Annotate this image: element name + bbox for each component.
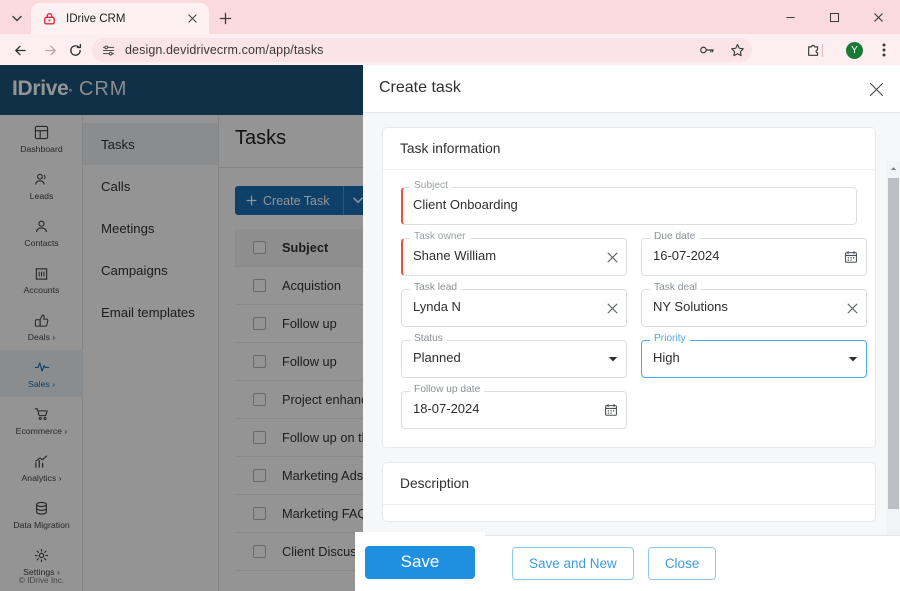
- url-text: design.devidrivecrm.com/app/tasks: [125, 43, 324, 57]
- close-icon[interactable]: [185, 11, 200, 26]
- field-row-subject: Subject Client Onboarding: [401, 180, 857, 225]
- field-label: Task deal: [650, 282, 702, 294]
- omnibox-actions: [692, 38, 752, 62]
- window-controls: [768, 0, 900, 34]
- field-label: Task lead: [410, 282, 462, 294]
- close-button[interactable]: Close: [647, 547, 717, 580]
- page-settings-icon[interactable]: [101, 43, 116, 58]
- modal-scrollbar[interactable]: [887, 161, 900, 583]
- tab-strip: IDrive CRM: [0, 0, 900, 34]
- save-and-new-button[interactable]: Save and New: [512, 547, 634, 580]
- avatar[interactable]: Y: [846, 42, 863, 59]
- field-value: 16-07-2024: [653, 248, 720, 263]
- key-icon[interactable]: [692, 38, 722, 62]
- chevron-down-icon[interactable]: [608, 340, 618, 378]
- clear-task-owner-icon[interactable]: [607, 238, 618, 276]
- status-field[interactable]: Status Planned: [401, 333, 627, 378]
- scroll-up-icon[interactable]: [887, 161, 900, 176]
- field-row-owner-due: Task owner Shane William Due date 16-07-…: [401, 231, 867, 276]
- save-button[interactable]: Save: [365, 545, 475, 579]
- field-value: Planned: [413, 350, 461, 365]
- field-label: Subject: [410, 180, 452, 192]
- field-row-lead-deal: Task lead Lynda N Task deal NY Solutions: [401, 282, 867, 327]
- save-button-highlight: Save: [355, 532, 485, 591]
- new-tab-button[interactable]: [213, 6, 237, 30]
- kebab-menu-icon[interactable]: [872, 38, 896, 62]
- forward-arrow-icon: [38, 38, 62, 62]
- toolbar-divider: [822, 44, 823, 57]
- follow-up-date-field[interactable]: Follow up date 18-07-2024: [401, 384, 627, 429]
- close-icon[interactable]: [864, 77, 888, 101]
- clear-task-lead-icon[interactable]: [607, 289, 618, 327]
- description-heading: Description: [383, 463, 875, 505]
- task-information-fields: Subject Client Onboarding Task owner Sha…: [383, 170, 875, 447]
- due-date-field[interactable]: Due date 16-07-2024: [641, 231, 867, 276]
- field-row-followup: Follow up date 18-07-2024: [401, 384, 857, 429]
- task-lead-field[interactable]: Task lead Lynda N: [401, 282, 627, 327]
- scrollbar-thumb[interactable]: [888, 178, 899, 509]
- chevron-down-icon[interactable]: [848, 340, 858, 378]
- tab-search-icon[interactable]: [4, 5, 30, 31]
- field-value: Shane William: [413, 248, 497, 263]
- field-value: 18-07-2024: [413, 401, 480, 416]
- field-label: Status: [410, 333, 447, 345]
- create-task-modal: Create task Task information Subject Cli…: [363, 65, 900, 591]
- priority-field[interactable]: Priority High: [641, 333, 867, 378]
- field-value: Lynda N: [413, 299, 461, 314]
- field-label: Priority: [650, 333, 690, 345]
- field-value: NY Solutions: [653, 299, 728, 314]
- field-label: Due date: [650, 231, 700, 243]
- reload-icon[interactable]: [63, 38, 87, 62]
- star-icon[interactable]: [722, 38, 752, 62]
- back-arrow-icon[interactable]: [8, 38, 32, 62]
- calendar-icon[interactable]: [604, 391, 618, 429]
- field-label: Task owner: [410, 231, 470, 243]
- field-value: Client Onboarding: [413, 197, 518, 212]
- modal-title: Create task: [379, 79, 461, 96]
- description-card: Description: [382, 462, 876, 522]
- browser-toolbar: design.devidrivecrm.com/app/tasks Y: [0, 34, 900, 65]
- task-information-card: Task information Subject Client Onboardi…: [382, 127, 876, 448]
- minimize-icon[interactable]: [768, 0, 812, 34]
- browser-chrome: IDrive CRM design.devidrivecrm.com/app/t…: [0, 0, 900, 65]
- task-deal-field[interactable]: Task deal NY Solutions: [641, 282, 867, 327]
- task-information-heading: Task information: [383, 128, 875, 170]
- calendar-icon[interactable]: [844, 238, 858, 276]
- subject-field[interactable]: Subject Client Onboarding: [401, 180, 857, 225]
- task-owner-field[interactable]: Task owner Shane William: [401, 231, 627, 276]
- field-label: Follow up date: [410, 384, 485, 396]
- screenshot-root: IDrive CRM design.devidrivecrm.com/app/t…: [0, 0, 900, 591]
- field-row-status-priority: Status Planned Priority High: [401, 333, 867, 378]
- field-value: High: [653, 350, 680, 365]
- address-bar[interactable]: design.devidrivecrm.com/app/tasks: [92, 38, 752, 62]
- browser-tab[interactable]: IDrive CRM: [31, 3, 209, 34]
- idrive-lock-icon: [41, 11, 57, 27]
- clear-task-deal-icon[interactable]: [847, 289, 858, 327]
- window-close-icon[interactable]: [856, 0, 900, 34]
- maximize-icon[interactable]: [812, 0, 856, 34]
- modal-header: Create task: [363, 65, 900, 113]
- tab-title: IDrive CRM: [66, 12, 126, 25]
- modal-body: Task information Subject Client Onboardi…: [363, 113, 900, 591]
